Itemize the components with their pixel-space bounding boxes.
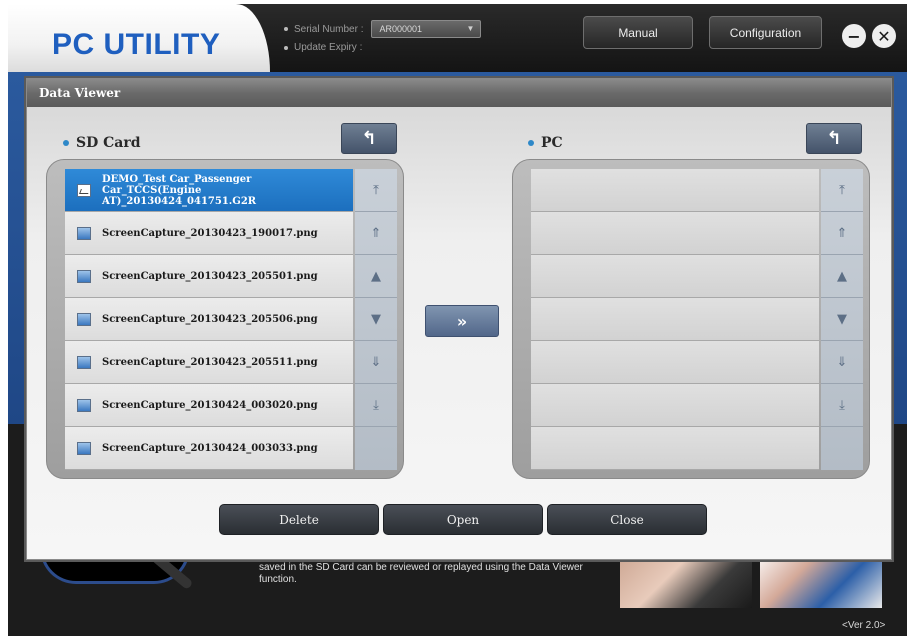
file-list-item[interactable]: DEMO_Test Car_Passenger Car_TCCS(Engine … xyxy=(65,169,353,212)
bullet-icon xyxy=(284,27,288,31)
top-bar: PC UTILITY Serial Number : AR000001 ▼ Up… xyxy=(8,4,907,72)
chart-file-icon xyxy=(77,183,91,197)
list-item[interactable] xyxy=(531,255,819,298)
file-name: ScreenCapture_20130423_205501.png xyxy=(102,270,318,282)
file-list-item[interactable]: ScreenCapture_20130424_003033.png xyxy=(65,427,353,470)
file-list-item[interactable]: ScreenCapture_20130423_190017.png xyxy=(65,212,353,255)
file-list-item[interactable]: ScreenCapture_20130423_205506.png xyxy=(65,298,353,341)
double-chevron-right-icon: » xyxy=(456,311,468,331)
manual-button[interactable]: Manual xyxy=(583,16,693,49)
dialog-header: Data Viewer xyxy=(27,79,891,107)
app-logo: PC UTILITY xyxy=(52,28,221,61)
pc-file-list[interactable] xyxy=(531,169,819,470)
image-file-icon xyxy=(77,226,91,240)
pc-label-text: PC xyxy=(541,135,563,151)
list-item[interactable] xyxy=(531,212,819,255)
scroll-bottom-button[interactable]: ⤓ xyxy=(821,384,863,427)
transfer-to-pc-button[interactable]: » xyxy=(425,305,499,337)
list-item[interactable] xyxy=(531,298,819,341)
up-folder-icon: ↰ xyxy=(826,128,842,149)
file-name: ScreenCapture_20130423_205506.png xyxy=(102,313,318,325)
close-window-icon[interactable]: ✕ xyxy=(872,24,896,48)
scroll-top-button[interactable]: ⤒ xyxy=(355,169,397,212)
scroll-up-button[interactable]: ▲ xyxy=(355,255,397,298)
bullet-icon xyxy=(63,140,69,146)
serial-number-select[interactable]: AR000001 ▼ xyxy=(371,20,482,38)
image-file-icon xyxy=(77,398,91,412)
file-list-item[interactable]: ScreenCapture_20130423_205501.png xyxy=(65,255,353,298)
scroll-page-down-button[interactable]: ⇓ xyxy=(355,341,397,384)
scroll-top-button[interactable]: ⤒ xyxy=(821,169,863,212)
pc-label: PC xyxy=(528,135,563,151)
sd-card-list-frame: DEMO_Test Car_Passenger Car_TCCS(Engine … xyxy=(46,159,404,479)
list-item[interactable] xyxy=(531,384,819,427)
background-description: saved in the SD Card can be reviewed or … xyxy=(259,562,583,585)
bullet-icon xyxy=(528,140,534,146)
image-file-icon xyxy=(77,355,91,369)
image-file-icon xyxy=(77,312,91,326)
close-button[interactable]: Close xyxy=(547,504,707,535)
serial-number-row: Serial Number : AR000001 ▼ xyxy=(284,20,482,38)
sd-up-folder-button[interactable]: ↰ xyxy=(341,123,397,154)
sd-card-label-text: SD Card xyxy=(76,135,141,151)
sd-scroll-buttons: ⤒ ⇑ ▲ ▼ ⇓ ⤓ xyxy=(355,169,397,470)
logo-panel: PC UTILITY xyxy=(8,4,270,72)
scroll-down-button[interactable]: ▼ xyxy=(821,298,863,341)
dropdown-arrow-icon: ▼ xyxy=(466,24,475,33)
configuration-button[interactable]: Configuration xyxy=(709,16,822,49)
update-expiry-row: Update Expiry : xyxy=(284,42,362,53)
file-name: DEMO_Test Car_Passenger Car_TCCS(Engine … xyxy=(102,173,257,207)
file-name: ScreenCapture_20130424_003020.png xyxy=(102,399,318,411)
scroll-page-up-button[interactable]: ⇑ xyxy=(821,212,863,255)
dialog-title: Data Viewer xyxy=(39,86,121,100)
list-item[interactable] xyxy=(531,169,819,212)
scroll-page-down-button[interactable]: ⇓ xyxy=(821,341,863,384)
serial-number-value: AR000001 xyxy=(379,24,423,34)
version-label: <Ver 2.0> xyxy=(842,620,886,631)
file-list-item[interactable]: ScreenCapture_20130424_003020.png xyxy=(65,384,353,427)
data-viewer-dialog: Data Viewer SD Card ↰ PC ↰ DEMO_Test Car… xyxy=(26,78,892,560)
sd-card-file-list[interactable]: DEMO_Test Car_Passenger Car_TCCS(Engine … xyxy=(65,169,353,470)
list-item[interactable] xyxy=(531,427,819,470)
open-button[interactable]: Open xyxy=(383,504,543,535)
scroll-down-button[interactable]: ▼ xyxy=(355,298,397,341)
file-name: ScreenCapture_20130423_205511.png xyxy=(102,356,318,368)
minimize-icon[interactable]: − xyxy=(842,24,866,48)
sd-card-label: SD Card xyxy=(63,135,141,151)
scroll-bottom-button[interactable]: ⤓ xyxy=(355,384,397,427)
scroll-up-button[interactable]: ▲ xyxy=(821,255,863,298)
list-item[interactable] xyxy=(531,341,819,384)
image-file-icon xyxy=(77,441,91,455)
bullet-icon xyxy=(284,45,288,50)
pc-list-frame: ⤒ ⇑ ▲ ▼ ⇓ ⤓ xyxy=(512,159,870,479)
file-name: ScreenCapture_20130423_190017.png xyxy=(102,227,318,239)
serial-number-label: Serial Number : xyxy=(294,23,364,35)
up-folder-icon: ↰ xyxy=(361,128,377,149)
scroll-page-up-button[interactable]: ⇑ xyxy=(355,212,397,255)
update-expiry-label: Update Expiry : xyxy=(294,42,363,53)
file-name: ScreenCapture_20130424_003033.png xyxy=(102,442,318,454)
file-list-item[interactable]: ScreenCapture_20130423_205511.png xyxy=(65,341,353,384)
delete-button[interactable]: Delete xyxy=(219,504,379,535)
image-file-icon xyxy=(77,269,91,283)
pc-up-folder-button[interactable]: ↰ xyxy=(806,123,862,154)
pc-scroll-buttons: ⤒ ⇑ ▲ ▼ ⇓ ⤓ xyxy=(821,169,863,470)
